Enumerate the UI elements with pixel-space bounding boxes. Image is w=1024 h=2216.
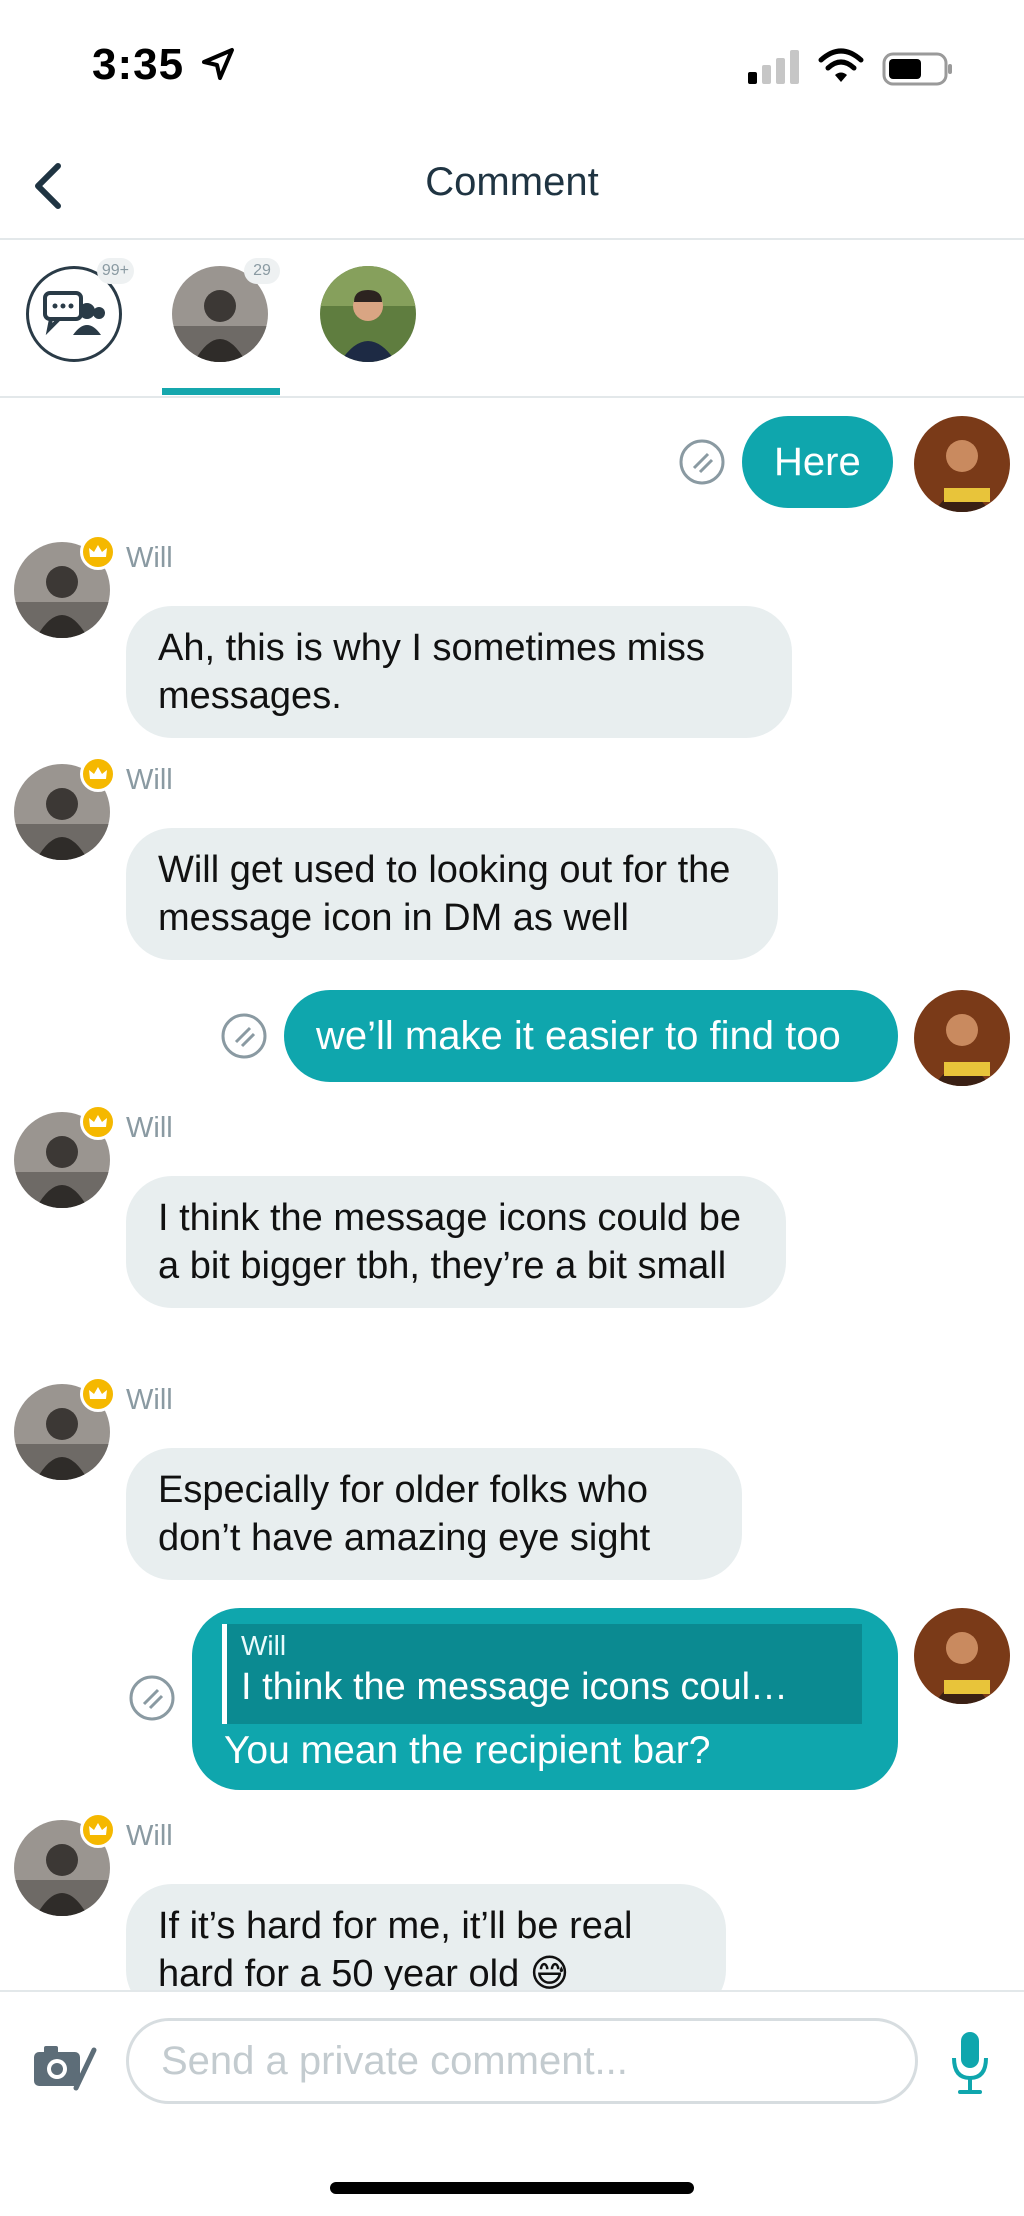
- avatar-me: [914, 1608, 1010, 1704]
- avatar-contact: [320, 266, 416, 362]
- quoted-message[interactable]: Will I think the message icons coul…: [222, 1624, 862, 1724]
- incoming-message[interactable]: Especially for older folks who don’t hav…: [126, 1448, 742, 1580]
- location-arrow-icon: [200, 46, 236, 87]
- quoted-text: I think the message icons coul…: [241, 1666, 789, 1708]
- outgoing-reply-message[interactable]: Will I think the message icons coul… You…: [192, 1608, 898, 1790]
- microphone-icon[interactable]: [950, 2030, 990, 2101]
- incoming-message[interactable]: If it’s hard for me, it’ll be real hard …: [126, 1884, 726, 1990]
- battery-icon: [882, 52, 954, 91]
- reply-text: You mean the recipient bar?: [224, 1729, 711, 1772]
- sender-name: Will: [126, 1820, 173, 1852]
- crown-icon: [80, 1812, 116, 1848]
- sender-name: Will: [126, 764, 173, 796]
- sender-name: Will: [126, 542, 173, 574]
- crown-icon: [80, 1104, 116, 1140]
- active-tab-indicator: [162, 388, 280, 395]
- crown-icon: [80, 756, 116, 792]
- comment-input[interactable]: [126, 2018, 918, 2104]
- wifi-icon: [818, 48, 864, 89]
- recipient-tab-group[interactable]: 99+: [26, 258, 134, 362]
- crown-icon: [80, 1376, 116, 1412]
- avatar-me: [914, 416, 1010, 512]
- status-time: 3:35: [92, 40, 185, 89]
- reaction-icon[interactable]: [128, 1674, 176, 1722]
- camera-edit-icon[interactable]: [32, 2040, 98, 2097]
- incoming-message[interactable]: Will get used to looking out for the mes…: [126, 828, 778, 960]
- chat-thread: Here Will Ah, this is why I sometimes mi…: [0, 400, 1024, 1990]
- signal-icon: [748, 50, 802, 89]
- outgoing-message[interactable]: we’ll make it easier to find too: [284, 990, 898, 1082]
- header: Comment: [0, 130, 1024, 240]
- page-title: Comment: [425, 160, 599, 204]
- recipient-tab-contact[interactable]: [320, 266, 416, 362]
- reaction-icon[interactable]: [220, 1012, 268, 1060]
- compose-bar: [0, 1990, 1024, 2216]
- sender-name: Will: [126, 1384, 173, 1416]
- quoted-sender: Will: [241, 1630, 287, 1661]
- home-indicator[interactable]: [330, 2182, 694, 2194]
- outgoing-message[interactable]: Here: [742, 416, 893, 508]
- incoming-message[interactable]: Ah, this is why I sometimes miss message…: [126, 606, 792, 738]
- sender-name: Will: [126, 1112, 173, 1144]
- status-bar: 3:35: [0, 0, 1024, 130]
- incoming-message[interactable]: I think the message icons could be a bit…: [126, 1176, 786, 1308]
- unread-badge: 99+: [96, 258, 134, 284]
- avatar-me: [914, 990, 1010, 1086]
- recipient-bar: 99+ 29: [0, 242, 1024, 398]
- recipient-tab-will[interactable]: 29: [172, 258, 280, 362]
- reaction-icon[interactable]: [678, 438, 726, 486]
- crown-icon: [80, 534, 116, 570]
- unread-badge: 29: [244, 258, 280, 284]
